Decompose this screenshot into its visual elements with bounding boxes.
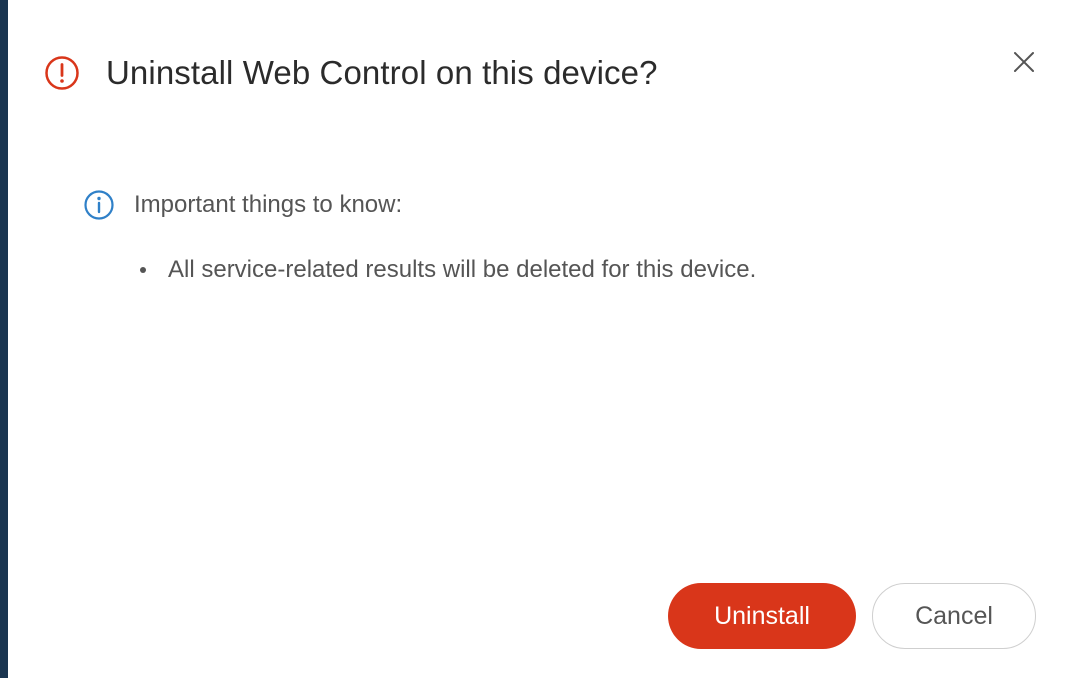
uninstall-button[interactable]: Uninstall bbox=[668, 583, 856, 649]
info-bullet-list: All service-related results will be dele… bbox=[140, 256, 756, 284]
info-circle-icon bbox=[82, 188, 116, 222]
info-section-header: Important things to know: bbox=[82, 188, 402, 222]
dialog-actions: Uninstall Cancel bbox=[668, 583, 1036, 649]
cancel-button[interactable]: Cancel bbox=[872, 583, 1036, 649]
bullet-dot bbox=[140, 267, 146, 273]
uninstall-dialog: Uninstall Web Control on this device? Im… bbox=[8, 0, 1073, 678]
background-panel-edge bbox=[0, 0, 8, 678]
close-button[interactable] bbox=[1010, 50, 1038, 78]
dialog-header: Uninstall Web Control on this device? bbox=[44, 54, 658, 92]
page: Uninstall Web Control on this device? Im… bbox=[0, 0, 1073, 678]
bullet-text: All service-related results will be dele… bbox=[168, 256, 757, 283]
dialog-title: Uninstall Web Control on this device? bbox=[106, 54, 658, 91]
list-item: All service-related results will be dele… bbox=[140, 256, 756, 284]
close-icon bbox=[1012, 50, 1036, 79]
exclamation-circle-icon bbox=[44, 55, 80, 91]
info-heading: Important things to know: bbox=[134, 191, 403, 218]
